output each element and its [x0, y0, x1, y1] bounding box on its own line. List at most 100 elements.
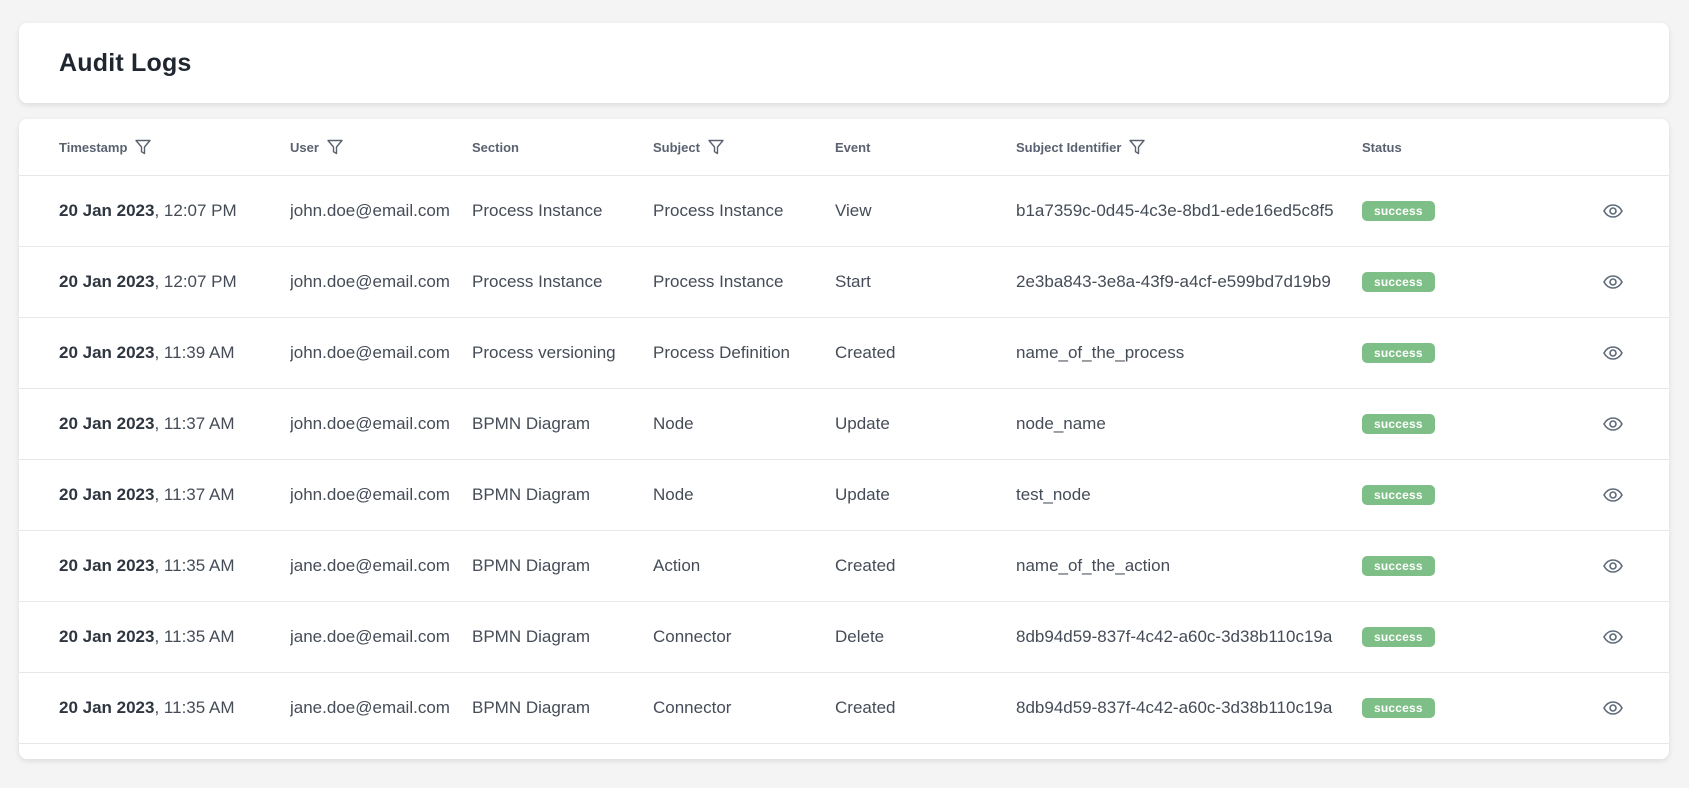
- subject-identifier-cell: name_of_the_process: [1016, 343, 1185, 362]
- timestamp-cell: 20 Jan 2023, 12:07 PM: [59, 247, 279, 317]
- status-badge: success: [1362, 201, 1435, 221]
- status-cell: success: [1362, 602, 1512, 672]
- eye-icon[interactable]: [1602, 697, 1624, 719]
- column-label-subject: Subject: [653, 139, 700, 155]
- user-cell: john.doe@email.com: [290, 343, 450, 362]
- table-row: 20 Jan 2023, 11:37 AM john.doe@email.com…: [19, 389, 1669, 460]
- log-date: 20 Jan 2023: [59, 556, 155, 575]
- status-cell: success: [1362, 176, 1512, 246]
- column-header-status: Status: [1362, 119, 1512, 175]
- table-row: 20 Jan 2023, 11:37 AM john.doe@email.com…: [19, 460, 1669, 531]
- column-label-user: User: [290, 139, 319, 155]
- view-action-cell: [1602, 247, 1632, 317]
- subject-identifier-cell: b1a7359c-0d45-4c3e-8bd1-ede16ed5c8f5: [1016, 201, 1334, 220]
- eye-icon[interactable]: [1602, 200, 1624, 222]
- view-action-cell: [1602, 318, 1632, 388]
- log-time: , 11:37 AM: [154, 414, 235, 433]
- eye-icon[interactable]: [1602, 271, 1624, 293]
- log-date: 20 Jan 2023: [59, 485, 155, 504]
- filter-icon[interactable]: [1128, 138, 1146, 156]
- event-cell: Update: [835, 414, 890, 433]
- status-badge: success: [1362, 272, 1435, 292]
- column-label-subject-identifier: Subject Identifier: [1016, 139, 1122, 155]
- table-row: 20 Jan 2023, 12:07 PM john.doe@email.com…: [19, 176, 1669, 247]
- filter-icon[interactable]: [707, 138, 725, 156]
- subject-cell: Action: [653, 556, 701, 575]
- page-header: Audit Logs: [19, 23, 1669, 103]
- section-cell: BPMN Diagram: [472, 698, 591, 717]
- section-cell: BPMN Diagram: [472, 414, 591, 433]
- column-header-subject: Subject: [653, 119, 828, 175]
- status-cell: success: [1362, 389, 1512, 459]
- column-label-status: Status: [1362, 139, 1402, 155]
- status-badge: success: [1362, 485, 1435, 505]
- log-date: 20 Jan 2023: [59, 272, 155, 291]
- audit-log-table: Timestamp User Section Subject Event Sub…: [19, 119, 1669, 759]
- event-cell: Created: [835, 556, 896, 575]
- user-cell: jane.doe@email.com: [290, 698, 450, 717]
- subject-cell: Process Instance: [653, 201, 784, 220]
- event-cell: Created: [835, 343, 896, 362]
- user-cell: jane.doe@email.com: [290, 556, 450, 575]
- eye-icon[interactable]: [1602, 342, 1624, 364]
- eye-icon[interactable]: [1602, 413, 1624, 435]
- eye-icon[interactable]: [1602, 626, 1624, 648]
- subject-identifier-cell: 8db94d59-837f-4c42-a60c-3d38b110c19a: [1016, 627, 1333, 646]
- column-header-event: Event: [835, 119, 1010, 175]
- status-cell: success: [1362, 247, 1512, 317]
- subject-identifier-cell: 8db94d59-837f-4c42-a60c-3d38b110c19a: [1016, 698, 1333, 717]
- event-cell: Update: [835, 485, 890, 504]
- column-header-timestamp: Timestamp: [59, 119, 279, 175]
- table-body: 20 Jan 2023, 12:07 PM john.doe@email.com…: [19, 176, 1669, 744]
- eye-icon[interactable]: [1602, 484, 1624, 506]
- table-row: 20 Jan 2023, 11:35 AM jane.doe@email.com…: [19, 673, 1669, 744]
- column-header-section: Section: [472, 119, 647, 175]
- column-label-event: Event: [835, 139, 871, 155]
- status-cell: success: [1362, 531, 1512, 601]
- status-badge: success: [1362, 627, 1435, 647]
- user-cell: john.doe@email.com: [290, 485, 450, 504]
- user-cell: john.doe@email.com: [290, 272, 450, 291]
- event-cell: Start: [835, 272, 871, 291]
- user-cell: john.doe@email.com: [290, 201, 450, 220]
- log-time: , 11:39 AM: [154, 343, 235, 362]
- status-badge: success: [1362, 698, 1435, 718]
- log-time: , 12:07 PM: [154, 272, 237, 291]
- filter-icon[interactable]: [134, 138, 152, 156]
- filter-icon[interactable]: [326, 138, 344, 156]
- timestamp-cell: 20 Jan 2023, 11:37 AM: [59, 389, 279, 459]
- eye-icon[interactable]: [1602, 555, 1624, 577]
- column-label-section: Section: [472, 139, 519, 155]
- view-action-cell: [1602, 460, 1632, 530]
- log-time: , 12:07 PM: [154, 201, 237, 220]
- subject-cell: Process Definition: [653, 343, 791, 362]
- status-cell: success: [1362, 460, 1512, 530]
- view-action-cell: [1602, 673, 1632, 743]
- timestamp-cell: 20 Jan 2023, 11:37 AM: [59, 460, 279, 530]
- subject-cell: Connector: [653, 698, 732, 717]
- status-cell: success: [1362, 673, 1512, 743]
- event-cell: Created: [835, 698, 896, 717]
- timestamp-cell: 20 Jan 2023, 11:35 AM: [59, 602, 279, 672]
- subject-identifier-cell: test_node: [1016, 485, 1091, 504]
- status-cell: success: [1362, 318, 1512, 388]
- status-badge: success: [1362, 414, 1435, 434]
- subject-cell: Node: [653, 485, 694, 504]
- log-time: , 11:35 AM: [154, 556, 235, 575]
- section-cell: Process Instance: [472, 201, 603, 220]
- subject-cell: Process Instance: [653, 272, 784, 291]
- status-badge: success: [1362, 343, 1435, 363]
- timestamp-cell: 20 Jan 2023, 12:07 PM: [59, 176, 279, 246]
- view-action-cell: [1602, 531, 1632, 601]
- user-cell: jane.doe@email.com: [290, 627, 450, 646]
- event-cell: Delete: [835, 627, 885, 646]
- timestamp-cell: 20 Jan 2023, 11:35 AM: [59, 531, 279, 601]
- log-date: 20 Jan 2023: [59, 698, 155, 717]
- table-row: 20 Jan 2023, 11:35 AM jane.doe@email.com…: [19, 531, 1669, 602]
- subject-identifier-cell: name_of_the_action: [1016, 556, 1171, 575]
- subject-identifier-cell: node_name: [1016, 414, 1106, 433]
- timestamp-cell: 20 Jan 2023, 11:35 AM: [59, 673, 279, 743]
- view-action-cell: [1602, 176, 1632, 246]
- column-header-subject-identifier: Subject Identifier: [1016, 119, 1350, 175]
- section-cell: Process Instance: [472, 272, 603, 291]
